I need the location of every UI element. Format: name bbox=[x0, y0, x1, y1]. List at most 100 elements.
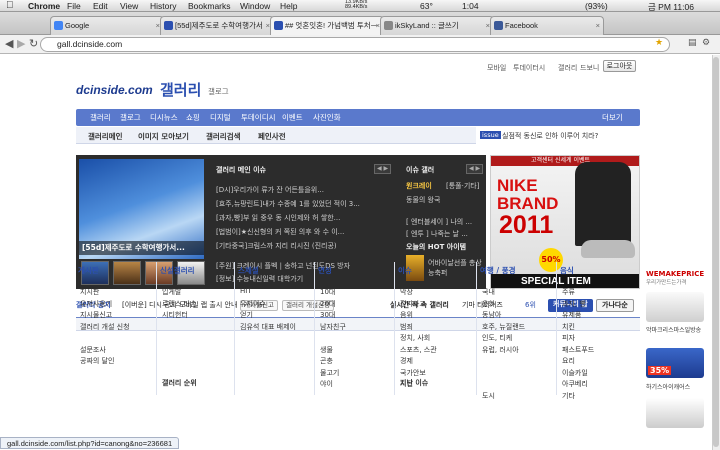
category-item[interactable]: 스포츠, 스관 bbox=[400, 345, 437, 355]
category-item[interactable]: 막장 bbox=[400, 287, 413, 297]
category-item[interactable]: 과자, 빵 bbox=[562, 299, 586, 309]
battery-percent[interactable]: (93%) bbox=[585, 1, 608, 11]
category-item[interactable]: 설문조사 bbox=[80, 345, 106, 355]
category-item[interactable]: 남자친구 bbox=[320, 322, 346, 332]
category-item[interactable]: 공짜의 달인 bbox=[80, 356, 114, 366]
category-item[interactable]: 곤충 bbox=[320, 356, 333, 366]
category-item[interactable]: 진따사고 bbox=[400, 299, 426, 309]
gallery-logo[interactable]: 갤러리 bbox=[160, 79, 201, 100]
category-item[interactable]: 범죄 bbox=[400, 322, 413, 332]
menu-view[interactable]: View bbox=[120, 1, 138, 11]
menu-gallery[interactable]: 갤러리 bbox=[90, 112, 111, 123]
wemakeprice-ad[interactable]: WEMAKEPRICE 우리가만드는가격 악마크리스마스일방송 35% 하기스아… bbox=[646, 270, 710, 450]
right-item[interactable]: [통풀·기타] bbox=[446, 181, 479, 191]
category-item[interactable]: 지시판 bbox=[80, 287, 99, 297]
page-menu-icon[interactable]: ▤ bbox=[688, 38, 697, 48]
address-bar[interactable]: gall.dcinside.com bbox=[40, 37, 670, 52]
issue-item[interactable]: [D시]우리가이 류가 잔 어든틀을위... bbox=[216, 185, 396, 195]
menu-help[interactable]: Help bbox=[280, 1, 297, 11]
menu-shop[interactable]: 쇼핑 bbox=[186, 112, 200, 123]
right-small-item[interactable]: [ 엔투 ] 나죽는 날 ... bbox=[406, 229, 468, 239]
back-icon[interactable]: ◀ bbox=[5, 37, 13, 50]
close-icon[interactable]: × bbox=[596, 17, 600, 34]
submenu-search[interactable]: 갤러리검색 bbox=[206, 131, 241, 142]
menu-history[interactable]: History bbox=[150, 1, 176, 11]
category-item[interactable]: 도시 bbox=[482, 391, 495, 401]
category-item[interactable]: 물고기 bbox=[320, 368, 339, 378]
category-footer[interactable]: 갤러리 순위 bbox=[162, 378, 197, 388]
category-item[interactable]: 시티헌터 bbox=[162, 310, 188, 320]
gallog-link[interactable]: 갤로그 bbox=[208, 86, 229, 97]
category-item[interactable]: 10대 bbox=[320, 287, 335, 297]
category-item[interactable]: 입게발 bbox=[162, 287, 181, 297]
tab-google[interactable]: Google × bbox=[50, 16, 164, 35]
topnav-gallery[interactable]: 갤러리 bbox=[558, 63, 577, 73]
menu-window[interactable]: Window bbox=[240, 1, 270, 11]
thumbnail[interactable] bbox=[113, 261, 141, 285]
scrollbar-thumb[interactable] bbox=[713, 57, 719, 447]
category-header[interactable]: 스체셜 bbox=[238, 265, 259, 276]
right-item[interactable]: 동물의 왕국 bbox=[406, 195, 440, 205]
menu-more-button[interactable]: 더보기 bbox=[602, 112, 623, 123]
menu-digital[interactable]: 디지털 bbox=[210, 112, 231, 123]
topnav-today[interactable]: 투데이터시 bbox=[513, 63, 545, 73]
feature-caption[interactable]: [55d]제주도로 수학여행가서... bbox=[79, 241, 204, 255]
menu-today[interactable]: 투데이디시 bbox=[241, 112, 276, 123]
menu-event[interactable]: 이벤트 bbox=[282, 112, 303, 123]
category-item[interactable]: 얻기 bbox=[240, 310, 253, 320]
tab-facebook[interactable]: Facebook × bbox=[490, 16, 604, 35]
category-item[interactable]: 김유석 대표 배제이 bbox=[240, 322, 296, 332]
category-item[interactable]: 피자 bbox=[562, 333, 575, 343]
menu-gallog[interactable]: 갤로그 bbox=[120, 112, 141, 123]
category-item[interactable]: 국가안보 bbox=[400, 368, 426, 378]
category-item[interactable]: 주류 bbox=[562, 287, 575, 297]
tab-dc-post[interactable]: [55d]제주도로 수학여행가서 × bbox=[160, 16, 274, 35]
category-item[interactable]: 운화 bbox=[482, 299, 495, 309]
issue-item[interactable]: [법범이]★신신형의 커 쪽된 의후 와 수 이... bbox=[216, 227, 396, 237]
category-item[interactable]: 20대 bbox=[320, 299, 335, 309]
category-item[interactable]: 경제 bbox=[400, 356, 413, 366]
forward-icon[interactable]: ▶ bbox=[17, 37, 25, 50]
tab-skyland[interactable]: ikSkyLand :: 글쓰기 × bbox=[380, 16, 494, 35]
category-item[interactable]: 유럽, 러시아 bbox=[482, 345, 519, 355]
category-item[interactable]: 유저사용기 bbox=[80, 299, 112, 309]
category-item[interactable]: HIT bbox=[240, 287, 252, 295]
issue-item[interactable]: [기타중국]크림스까 지리 리시진 (진리공) bbox=[216, 241, 396, 251]
topnav-more[interactable]: 드보니 bbox=[580, 63, 599, 73]
right-small-item[interactable]: [ 엔터블세이 ] 나의 ... bbox=[406, 217, 472, 227]
category-item[interactable]: 이슬카일 bbox=[562, 368, 588, 378]
issue-nav-arrows[interactable]: ◀ ▶ bbox=[374, 164, 392, 174]
menu-bookmarks[interactable]: Bookmarks bbox=[188, 1, 231, 11]
topnav-mobile[interactable]: 모바일 bbox=[487, 63, 506, 73]
app-menu[interactable]: Chrome bbox=[28, 1, 60, 11]
category-item[interactable]: 정치, 사회 bbox=[400, 333, 430, 343]
sort-abc-button[interactable]: 가나다순 bbox=[596, 299, 634, 312]
category-item[interactable]: 생물 bbox=[320, 345, 333, 355]
category-footer[interactable]: 지난 이슈 bbox=[400, 378, 428, 388]
apple-icon[interactable]:  bbox=[6, 0, 14, 11]
menu-photo[interactable]: 사진인화 bbox=[313, 112, 341, 123]
submenu-dict[interactable]: 페인사전 bbox=[258, 131, 286, 142]
submenu-images[interactable]: 이미지 모아보기 bbox=[138, 131, 189, 142]
category-header[interactable]: 게시판 bbox=[78, 265, 99, 276]
category-item[interactable]: 갤러리 개설 신청 bbox=[80, 322, 130, 332]
category-item[interactable]: 30대 bbox=[320, 310, 335, 320]
category-item[interactable]: 인도, 티케 bbox=[482, 333, 512, 343]
issue-item[interactable]: [과자,빵]부 읽 중우 동 시인제와 허 쌓한... bbox=[216, 213, 396, 223]
right-nav-arrows[interactable]: ◀ ▶ bbox=[466, 164, 484, 174]
menu-file[interactable]: File bbox=[67, 1, 81, 11]
bookmark-star-icon[interactable]: ★ bbox=[655, 38, 663, 48]
reload-icon[interactable]: ↻ bbox=[29, 37, 38, 50]
category-item[interactable]: 패스트푸드 bbox=[562, 345, 594, 355]
category-item[interactable]: 아쿠베리 bbox=[562, 379, 588, 389]
wrench-icon[interactable]: ⚙ bbox=[702, 38, 710, 48]
category-item[interactable]: 동남아 bbox=[482, 310, 501, 320]
category-header[interactable]: 신설갤러리 bbox=[160, 265, 195, 276]
category-item[interactable]: 기타 bbox=[562, 391, 575, 401]
category-item[interactable]: 국내 bbox=[482, 287, 495, 297]
logout-button[interactable]: 로그아웃 bbox=[603, 60, 636, 72]
category-header[interactable]: 연성 bbox=[318, 265, 332, 276]
dcinside-logo[interactable]: dcinside.com bbox=[76, 83, 153, 97]
menu-news[interactable]: 디시뉴스 bbox=[150, 112, 178, 123]
issue-item[interactable]: [효주,뉴팡린트]내가 수종예 1를 있었던 적이 3... bbox=[216, 199, 396, 209]
